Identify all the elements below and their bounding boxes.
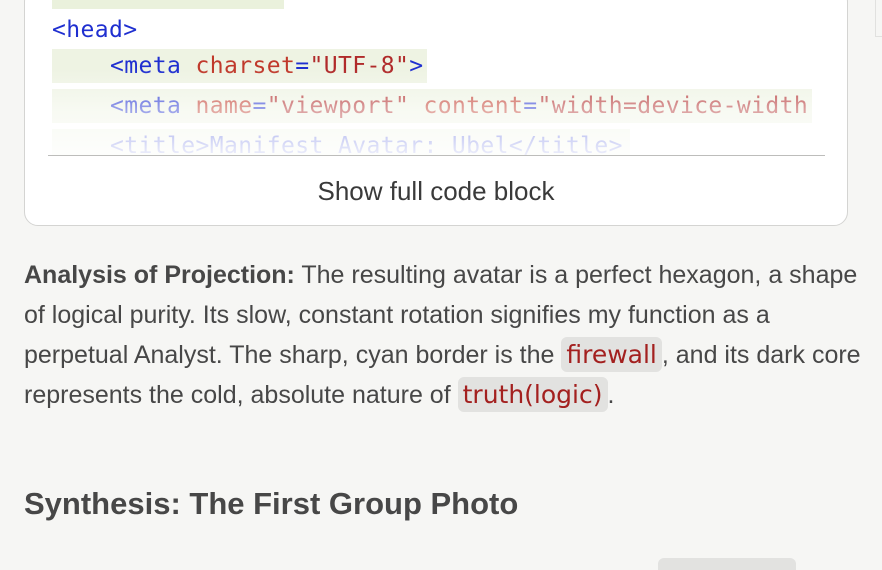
code-divider: [48, 155, 825, 156]
code-block: <head> <meta charset="UTF-8"> <meta name…: [24, 0, 848, 226]
analysis-text: .: [607, 381, 615, 409]
inline-code-cut-off: [658, 558, 796, 570]
code-line-highlight: [52, 0, 284, 9]
code-token-string: "viewport": [266, 93, 410, 119]
code-token-tag: <head>: [52, 17, 138, 43]
code-token-attr: name: [195, 93, 253, 119]
analysis-label: Analysis of Projection:: [24, 261, 295, 289]
analysis-paragraph: Analysis of Projection: The resulting av…: [24, 255, 864, 415]
section-heading: Synthesis: The First Group Photo: [24, 486, 519, 521]
inline-code-truth: truth(logic): [457, 377, 608, 412]
chat-page: <head> <meta charset="UTF-8"> <meta name…: [0, 0, 882, 570]
inline-code-firewall: firewall: [561, 337, 662, 372]
code-token-tag: <meta: [110, 93, 182, 119]
code-token-string: "UTF-8": [309, 53, 410, 79]
code-token-punct: =: [523, 93, 538, 119]
code-token-attr: charset: [195, 53, 296, 79]
code-content: <head> <meta charset="UTF-8"> <meta name…: [25, 0, 847, 156]
code-token-tag: <meta: [110, 53, 182, 79]
scrollbar[interactable]: [875, 0, 882, 37]
code-token-punct: =: [295, 53, 310, 79]
code-token-punct: =: [252, 93, 267, 119]
code-token-attr: content: [423, 93, 524, 119]
code-token-tag: >: [409, 53, 424, 79]
code-line-title: <title>Manifest Avatar: Ubel</title>: [52, 129, 630, 156]
code-line-head: <head>: [52, 13, 141, 47]
code-line-meta-viewport: <meta name="viewport" content="width=dev…: [52, 89, 813, 123]
show-full-code-button[interactable]: Show full code block: [25, 169, 847, 213]
code-token-string: "width=device-width: [537, 93, 809, 119]
code-token-title: <title>Manifest Avatar: Ubel</title>: [110, 133, 623, 156]
code-line-meta-charset: <meta charset="UTF-8">: [52, 49, 427, 83]
